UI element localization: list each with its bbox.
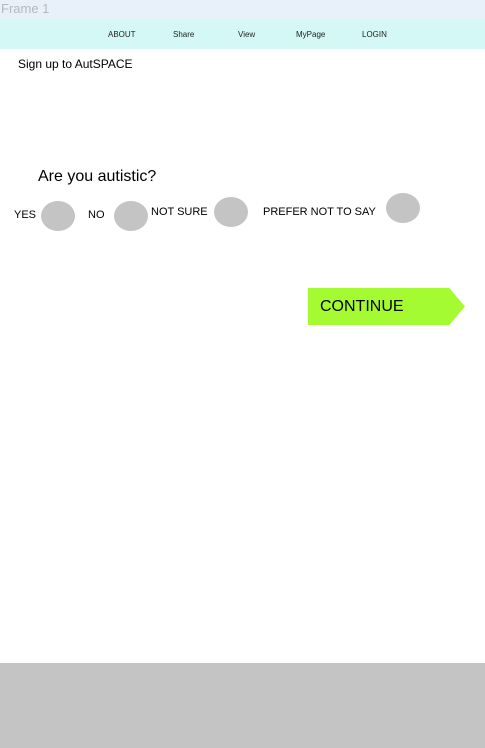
nav-item-about[interactable]: ABOUT	[108, 20, 136, 49]
nav-item-share[interactable]: Share	[173, 20, 194, 49]
top-nav: ABOUT Share View MyPage LOGIN	[0, 20, 485, 49]
radio-no[interactable]	[114, 201, 148, 231]
option-label-not-sure: NOT SURE	[151, 206, 208, 218]
continue-button-label: CONTINUE	[320, 298, 404, 315]
nav-item-view[interactable]: View	[238, 20, 255, 49]
frame-label: Frame 1	[0, 0, 485, 20]
option-label-yes: YES	[14, 209, 37, 221]
radio-yes[interactable]	[41, 201, 75, 231]
radio-prefer-not-to-say[interactable]	[386, 193, 420, 223]
radio-not-sure[interactable]	[214, 197, 248, 227]
nav-item-mypage[interactable]: MyPage	[296, 20, 325, 49]
nav-item-login[interactable]: LOGIN	[362, 20, 387, 49]
option-label-prefer-not-to-say: PREFER NOT TO SAY	[263, 206, 376, 218]
option-label-no: NO	[88, 209, 105, 221]
page-title: Sign up to AutSPACE	[18, 57, 133, 71]
footer	[0, 663, 485, 748]
continue-button[interactable]: CONTINUE	[308, 288, 465, 325]
question-text: Are you autistic?	[38, 168, 157, 185]
